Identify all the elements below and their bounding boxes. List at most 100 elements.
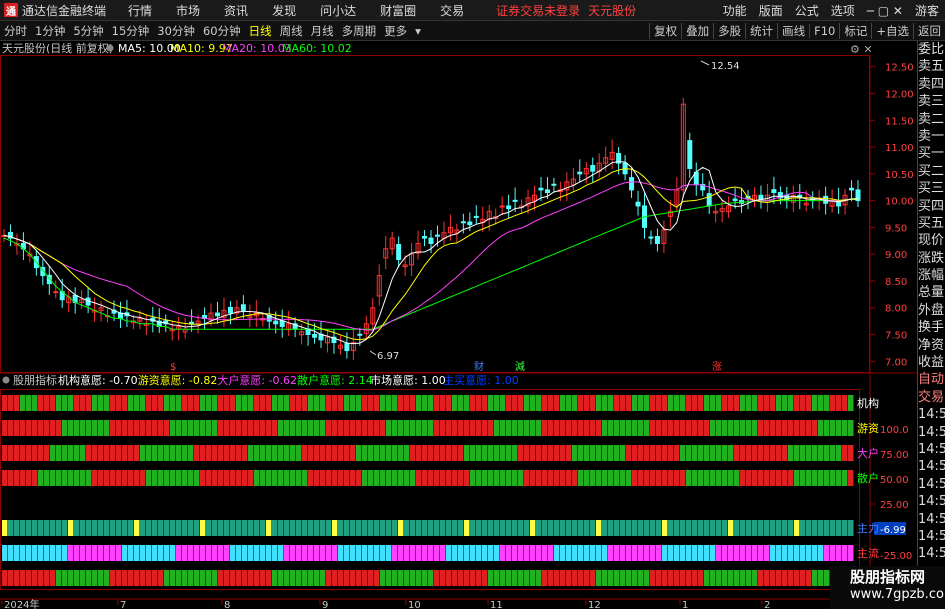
sidebar-item[interactable]: 14:56	[918, 441, 945, 458]
sidebar-item[interactable]: 净资	[918, 337, 945, 354]
sidebar-item[interactable]: 买五	[918, 215, 945, 232]
sidebar-item[interactable]: 自动	[918, 371, 945, 388]
indicator-settings-icon[interactable]	[2, 376, 10, 384]
indicator-bar	[536, 545, 542, 561]
indicator-bar	[62, 395, 68, 411]
event-marker-rise[interactable]: 涨	[712, 361, 722, 373]
event-marker-finance[interactable]: 财	[474, 360, 484, 373]
tool-add-watchlist[interactable]: +自选	[871, 23, 913, 39]
sidebar-item[interactable]: 卖三	[918, 93, 945, 110]
sidebar-item[interactable]: 卖四	[918, 76, 945, 93]
period-5min[interactable]: 5分钟	[73, 23, 103, 39]
period-15min[interactable]: 15分钟	[112, 23, 150, 39]
menu-wealth[interactable]: 财富圈	[380, 2, 416, 19]
sidebar-item[interactable]: 换手	[918, 319, 945, 336]
indicator-bar	[830, 445, 836, 461]
sidebar-item[interactable]: 涨幅	[918, 267, 945, 284]
period-daily[interactable]: 日线	[249, 23, 272, 39]
menu-layout[interactable]: 版面	[759, 2, 783, 19]
indicator-bar	[536, 445, 542, 461]
candle-body	[279, 320, 285, 327]
period-monthly[interactable]: 月线	[311, 23, 334, 39]
menu-discover[interactable]: 发现	[272, 2, 296, 19]
indicator-bar	[170, 395, 176, 411]
settings-gear-icon[interactable]: ⚙ ✕	[850, 43, 873, 56]
sidebar-item[interactable]: 14:56	[918, 493, 945, 510]
menu-function[interactable]: 功能	[723, 2, 747, 19]
menu-market[interactable]: 市场	[176, 2, 200, 19]
sidebar-item[interactable]: 14:56	[918, 476, 945, 493]
sidebar-item[interactable]: 14:56	[918, 528, 945, 545]
menu-formula[interactable]: 公式	[795, 2, 819, 19]
login-status[interactable]: 证券交易未登录	[496, 2, 580, 19]
sidebar-item[interactable]: 买二	[918, 163, 945, 180]
tool-mark[interactable]: 标记	[839, 23, 871, 39]
sidebar-item[interactable]: 涨跌	[918, 250, 945, 267]
tool-adjust[interactable]: 复权	[649, 23, 681, 39]
event-marker-reduce[interactable]: 減	[515, 360, 525, 373]
menu-ask[interactable]: 问小达	[320, 2, 356, 19]
menu-news[interactable]: 资讯	[224, 2, 248, 19]
indicator-bar	[176, 395, 182, 411]
period-60min[interactable]: 60分钟	[203, 23, 241, 39]
indicator-bar	[488, 420, 494, 436]
chevron-down-icon[interactable]: ▾	[415, 24, 421, 38]
sidebar-item[interactable]: 收益	[918, 354, 945, 371]
sidebar-item[interactable]: 14:56	[918, 406, 945, 423]
sidebar-item[interactable]: 现价	[918, 232, 945, 249]
sidebar-item[interactable]: 卖一	[918, 128, 945, 145]
menu-quotes[interactable]: 行情	[128, 2, 152, 19]
period-more[interactable]: 更多	[384, 23, 407, 39]
indicator-bar	[752, 420, 758, 436]
indicator-bar	[548, 420, 554, 436]
period-weekly[interactable]: 周线	[280, 23, 303, 39]
indicator-bar	[374, 520, 380, 536]
indicator-bar	[272, 545, 278, 561]
indicator-bar	[134, 545, 140, 561]
period-multi[interactable]: 多周期	[342, 23, 377, 39]
chart-canvas[interactable]: 天元股份(日线 前复权) MA5: 10.00 MA10: 9.97 MA20:…	[0, 41, 917, 609]
event-marker[interactable]: $	[170, 362, 176, 373]
period-intraday[interactable]: 分时	[4, 23, 27, 39]
indicator-bar	[38, 570, 44, 586]
sidebar-item[interactable]: 14:56	[918, 458, 945, 475]
indicator-bar	[320, 445, 326, 461]
indicator-bar	[836, 470, 842, 486]
indicator-bar	[116, 570, 122, 586]
candle-body	[357, 333, 363, 336]
menu-options[interactable]: 选项	[831, 2, 855, 19]
tool-f10[interactable]: F10	[809, 24, 839, 38]
tool-stats[interactable]: 统计	[745, 23, 777, 39]
sidebar-item[interactable]: 14:56	[918, 511, 945, 528]
sidebar-item[interactable]: 总量	[918, 284, 945, 301]
indicator-bar	[626, 545, 632, 561]
menu-trade[interactable]: 交易	[440, 2, 464, 19]
indicator-bar	[716, 395, 722, 411]
indicator-bar	[596, 545, 602, 561]
indicator-bar	[464, 570, 470, 586]
sidebar-item[interactable]: 买一	[918, 145, 945, 162]
tool-back[interactable]: 返回	[913, 23, 945, 39]
sidebar-item[interactable]: 买四	[918, 198, 945, 215]
sidebar-item[interactable]: 委比	[918, 41, 945, 58]
menu-guest[interactable]: 游客	[915, 2, 939, 19]
indicator-bar	[170, 545, 176, 561]
sidebar-item[interactable]: 14:56	[918, 545, 945, 562]
sidebar-item[interactable]: 交易	[918, 389, 945, 406]
sidebar-item[interactable]: 卖二	[918, 111, 945, 128]
tool-multistock[interactable]: 多股	[713, 23, 745, 39]
indicator-bar	[710, 420, 716, 436]
indicator-bar	[482, 420, 488, 436]
sidebar-item[interactable]: 卖五	[918, 58, 945, 75]
indicator-bar	[206, 470, 212, 486]
period-30min[interactable]: 30分钟	[157, 23, 195, 39]
tool-overlay[interactable]: 叠加	[681, 23, 713, 39]
indicator-bar	[806, 470, 812, 486]
period-1min[interactable]: 1分钟	[35, 23, 65, 39]
sidebar-item[interactable]: 外盘	[918, 302, 945, 319]
tool-draw[interactable]: 画线	[777, 23, 809, 39]
sidebar-item[interactable]: 14:56	[918, 424, 945, 441]
sidebar-item[interactable]: 买三	[918, 180, 945, 197]
window-controls-icon[interactable]: ─ ▢ ✕	[867, 4, 903, 18]
settings-dot-icon[interactable]	[106, 44, 114, 52]
